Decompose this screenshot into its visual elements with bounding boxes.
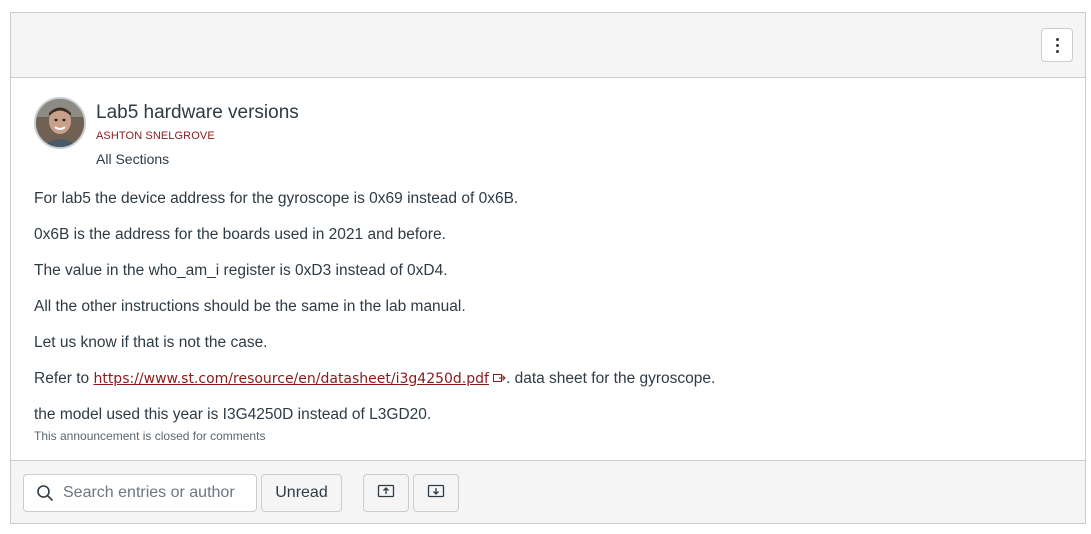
search-input[interactable] — [63, 484, 243, 502]
sections-label: All Sections — [96, 151, 170, 167]
announcement-body: Lab5 hardware versions ASHTON SNELGROVE … — [11, 78, 1085, 460]
upload-arrow-icon — [377, 483, 395, 504]
paragraph: Let us know if that is not the case. — [34, 334, 268, 351]
options-menu-button[interactable] — [1041, 28, 1073, 62]
author-name-link[interactable]: ASHTON SNELGROVE — [96, 130, 215, 142]
comments-closed-note: This announcement is closed for comments — [34, 429, 266, 443]
paragraph: 0x6B is the address for the boards used … — [34, 226, 446, 243]
datasheet-link[interactable]: https://www.st.com/resource/en/datasheet… — [93, 371, 489, 387]
paragraph: All the other instructions should be the… — [34, 298, 466, 315]
search-field[interactable] — [23, 474, 257, 512]
search-icon — [36, 484, 54, 502]
download-arrow-icon — [427, 483, 445, 504]
avatar[interactable] — [34, 97, 86, 149]
announcement-title: Lab5 hardware versions — [96, 102, 299, 123]
discussion-toolbar: Unread — [11, 460, 1085, 523]
discussion-frame: Lab5 hardware versions ASHTON SNELGROVE … — [10, 12, 1086, 524]
avatar-image — [36, 99, 84, 147]
paragraph: For lab5 the device address for the gyro… — [34, 190, 519, 207]
collapse-threads-button[interactable] — [413, 474, 459, 512]
refer-suffix: . data sheet for the gyroscope. — [505, 370, 716, 388]
refer-paragraph: Refer to https://www.st.com/resource/en/… — [34, 370, 715, 388]
external-link-icon — [492, 370, 506, 388]
unread-filter-button[interactable]: Unread — [261, 474, 342, 512]
refer-prefix: Refer to — [34, 370, 94, 388]
discussion-header-bar — [11, 13, 1085, 78]
kebab-vertical-icon — [1055, 37, 1059, 53]
paragraph: The value in the who_am_i register is 0x… — [34, 262, 448, 279]
model-paragraph: the model used this year is I3G4250D ins… — [34, 406, 432, 423]
expand-threads-button[interactable] — [363, 474, 409, 512]
